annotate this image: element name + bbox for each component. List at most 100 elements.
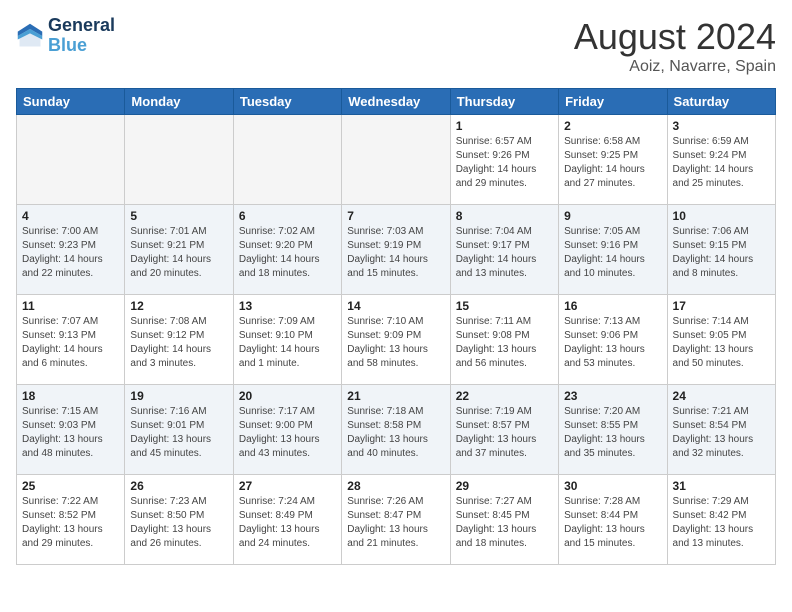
calendar-week-5: 25 Sunrise: 7:22 AMSunset: 8:52 PMDayligh… bbox=[17, 475, 776, 565]
day-number: 19 bbox=[130, 389, 227, 403]
day-info: Sunrise: 7:14 AMSunset: 9:05 PMDaylight:… bbox=[673, 315, 770, 371]
day-info: Sunrise: 7:26 AMSunset: 8:47 PMDaylight:… bbox=[347, 495, 444, 551]
day-number: 14 bbox=[347, 299, 444, 313]
day-number: 18 bbox=[22, 389, 119, 403]
calendar-cell: 18Sunrise: 7:15 AMSunset: 9:03 PMDayligh… bbox=[17, 385, 125, 475]
day-info: Sunrise: 7:05 AMSunset: 9:16 PMDaylight:… bbox=[564, 225, 661, 281]
weekday-header-friday: Friday bbox=[559, 89, 667, 115]
day-info: Sunrise: 7:24 AMSunset: 8:49 PMDaylight:… bbox=[239, 495, 336, 551]
calendar-cell: 5Sunrise: 7:01 AMSunset: 9:21 PMDaylight… bbox=[125, 205, 233, 295]
calendar-cell: 9 Sunrise: 7:05 AMSunset: 9:16 PMDaylight… bbox=[559, 205, 667, 295]
weekday-header-saturday: Saturday bbox=[667, 89, 775, 115]
calendar-week-3: 11 Sunrise: 7:07 AMSunset: 9:13 PMDayligh… bbox=[17, 295, 776, 385]
weekday-header-monday: Monday bbox=[125, 89, 233, 115]
day-info: Sunrise: 7:09 AMSunset: 9:10 PMDaylight:… bbox=[239, 315, 336, 371]
calendar-cell: 4Sunrise: 7:00 AMSunset: 9:23 PMDaylight… bbox=[17, 205, 125, 295]
calendar-cell: 30 Sunrise: 7:28 AMSunset: 8:44 PMDayligh… bbox=[559, 475, 667, 565]
day-info: Sunrise: 6:57 AMSunset: 9:26 PMDaylight:… bbox=[456, 135, 553, 191]
calendar-cell: 2Sunrise: 6:58 AMSunset: 9:25 PMDaylight… bbox=[559, 115, 667, 205]
day-number: 10 bbox=[673, 209, 770, 223]
day-info: Sunrise: 6:58 AMSunset: 9:25 PMDaylight:… bbox=[564, 135, 661, 191]
logo-text: GeneralBlue bbox=[48, 16, 115, 56]
calendar-cell: 12 Sunrise: 7:08 AMSunset: 9:12 PMDayligh… bbox=[125, 295, 233, 385]
calendar-table: SundayMondayTuesdayWednesdayThursdayFrid… bbox=[16, 88, 776, 565]
day-number: 11 bbox=[22, 299, 119, 313]
calendar-cell: 25 Sunrise: 7:22 AMSunset: 8:52 PMDayligh… bbox=[17, 475, 125, 565]
calendar-cell: 6Sunrise: 7:02 AMSunset: 9:20 PMDaylight… bbox=[233, 205, 341, 295]
day-info: Sunrise: 7:06 AMSunset: 9:15 PMDaylight:… bbox=[673, 225, 770, 281]
day-info: Sunrise: 7:22 AMSunset: 8:52 PMDaylight:… bbox=[22, 495, 119, 551]
day-number: 17 bbox=[673, 299, 770, 313]
calendar-cell: 26Sunrise: 7:23 AMSunset: 8:50 PMDayligh… bbox=[125, 475, 233, 565]
calendar-cell: 16Sunrise: 7:13 AMSunset: 9:06 PMDayligh… bbox=[559, 295, 667, 385]
calendar-cell: 24 Sunrise: 7:21 AMSunset: 8:54 PMDayligh… bbox=[667, 385, 775, 475]
calendar-cell bbox=[125, 115, 233, 205]
calendar-week-2: 4Sunrise: 7:00 AMSunset: 9:23 PMDaylight… bbox=[17, 205, 776, 295]
day-number: 9 bbox=[564, 209, 661, 223]
logo: GeneralBlue bbox=[16, 16, 115, 56]
calendar-cell: 10 Sunrise: 7:06 AMSunset: 9:15 PMDayligh… bbox=[667, 205, 775, 295]
day-info: Sunrise: 7:08 AMSunset: 9:12 PMDaylight:… bbox=[130, 315, 227, 371]
calendar-week-1: 1 Sunrise: 6:57 AMSunset: 9:26 PMDaylight… bbox=[17, 115, 776, 205]
day-info: Sunrise: 7:20 AMSunset: 8:55 PMDaylight:… bbox=[564, 405, 661, 461]
day-number: 15 bbox=[456, 299, 553, 313]
day-info: Sunrise: 7:18 AMSunset: 8:58 PMDaylight:… bbox=[347, 405, 444, 461]
calendar-cell bbox=[17, 115, 125, 205]
day-number: 3 bbox=[673, 119, 770, 133]
calendar-week-4: 18Sunrise: 7:15 AMSunset: 9:03 PMDayligh… bbox=[17, 385, 776, 475]
calendar-cell: 29 Sunrise: 7:27 AMSunset: 8:45 PMDayligh… bbox=[450, 475, 558, 565]
calendar-cell: 8 Sunrise: 7:04 AMSunset: 9:17 PMDaylight… bbox=[450, 205, 558, 295]
day-info: Sunrise: 7:17 AMSunset: 9:00 PMDaylight:… bbox=[239, 405, 336, 461]
day-number: 8 bbox=[456, 209, 553, 223]
day-info: Sunrise: 7:21 AMSunset: 8:54 PMDaylight:… bbox=[673, 405, 770, 461]
day-number: 12 bbox=[130, 299, 227, 313]
calendar-cell: 27 Sunrise: 7:24 AMSunset: 8:49 PMDayligh… bbox=[233, 475, 341, 565]
calendar-cell: 7 Sunrise: 7:03 AMSunset: 9:19 PMDaylight… bbox=[342, 205, 450, 295]
day-info: Sunrise: 7:28 AMSunset: 8:44 PMDaylight:… bbox=[564, 495, 661, 551]
day-info: Sunrise: 7:11 AMSunset: 9:08 PMDaylight:… bbox=[456, 315, 553, 371]
page-header: GeneralBlue August 2024 Aoiz, Navarre, S… bbox=[16, 16, 776, 76]
day-info: Sunrise: 7:16 AMSunset: 9:01 PMDaylight:… bbox=[130, 405, 227, 461]
calendar-cell: 14Sunrise: 7:10 AMSunset: 9:09 PMDayligh… bbox=[342, 295, 450, 385]
weekday-header-thursday: Thursday bbox=[450, 89, 558, 115]
day-number: 4 bbox=[22, 209, 119, 223]
day-info: Sunrise: 7:04 AMSunset: 9:17 PMDaylight:… bbox=[456, 225, 553, 281]
day-number: 6 bbox=[239, 209, 336, 223]
day-info: Sunrise: 7:07 AMSunset: 9:13 PMDaylight:… bbox=[22, 315, 119, 371]
weekday-header-tuesday: Tuesday bbox=[233, 89, 341, 115]
day-number: 30 bbox=[564, 479, 661, 493]
weekday-header-row: SundayMondayTuesdayWednesdayThursdayFrid… bbox=[17, 89, 776, 115]
location: Aoiz, Navarre, Spain bbox=[574, 58, 776, 76]
day-info: Sunrise: 7:19 AMSunset: 8:57 PMDaylight:… bbox=[456, 405, 553, 461]
weekday-header-sunday: Sunday bbox=[17, 89, 125, 115]
title-block: August 2024 Aoiz, Navarre, Spain bbox=[574, 16, 776, 76]
day-number: 23 bbox=[564, 389, 661, 403]
calendar-cell bbox=[342, 115, 450, 205]
calendar-cell: 23 Sunrise: 7:20 AMSunset: 8:55 PMDayligh… bbox=[559, 385, 667, 475]
day-info: Sunrise: 7:23 AMSunset: 8:50 PMDaylight:… bbox=[130, 495, 227, 551]
calendar-cell: 17 Sunrise: 7:14 AMSunset: 9:05 PMDayligh… bbox=[667, 295, 775, 385]
day-info: Sunrise: 7:13 AMSunset: 9:06 PMDaylight:… bbox=[564, 315, 661, 371]
day-number: 7 bbox=[347, 209, 444, 223]
day-number: 24 bbox=[673, 389, 770, 403]
day-number: 20 bbox=[239, 389, 336, 403]
calendar-cell: 19 Sunrise: 7:16 AMSunset: 9:01 PMDayligh… bbox=[125, 385, 233, 475]
day-number: 5 bbox=[130, 209, 227, 223]
day-info: Sunrise: 7:27 AMSunset: 8:45 PMDaylight:… bbox=[456, 495, 553, 551]
day-info: Sunrise: 6:59 AMSunset: 9:24 PMDaylight:… bbox=[673, 135, 770, 191]
day-info: Sunrise: 7:03 AMSunset: 9:19 PMDaylight:… bbox=[347, 225, 444, 281]
calendar-cell: 13 Sunrise: 7:09 AMSunset: 9:10 PMDayligh… bbox=[233, 295, 341, 385]
calendar-cell: 3 Sunrise: 6:59 AMSunset: 9:24 PMDaylight… bbox=[667, 115, 775, 205]
day-number: 29 bbox=[456, 479, 553, 493]
day-number: 25 bbox=[22, 479, 119, 493]
day-number: 22 bbox=[456, 389, 553, 403]
day-number: 13 bbox=[239, 299, 336, 313]
day-number: 27 bbox=[239, 479, 336, 493]
day-number: 1 bbox=[456, 119, 553, 133]
calendar-cell: 1 Sunrise: 6:57 AMSunset: 9:26 PMDaylight… bbox=[450, 115, 558, 205]
day-number: 28 bbox=[347, 479, 444, 493]
calendar-cell: 21Sunrise: 7:18 AMSunset: 8:58 PMDayligh… bbox=[342, 385, 450, 475]
calendar-cell: 22 Sunrise: 7:19 AMSunset: 8:57 PMDayligh… bbox=[450, 385, 558, 475]
weekday-header-wednesday: Wednesday bbox=[342, 89, 450, 115]
logo-icon bbox=[16, 22, 44, 50]
